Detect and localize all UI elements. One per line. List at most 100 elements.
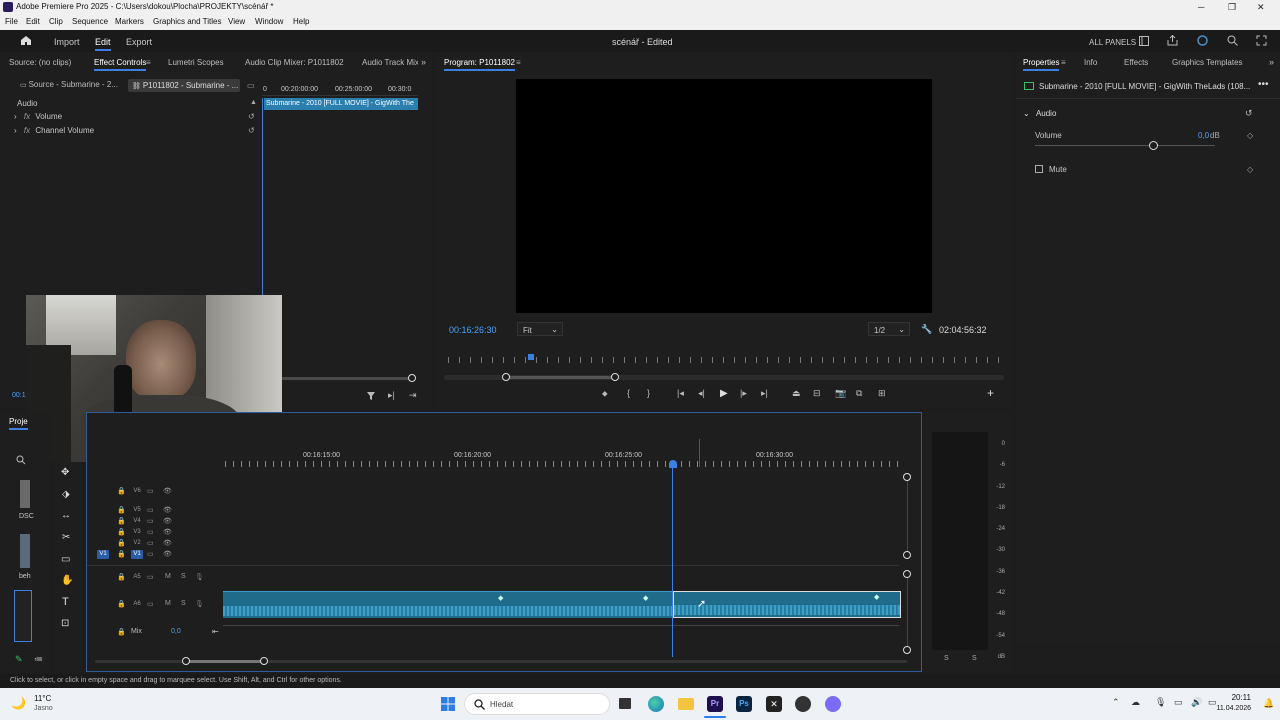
project-thumbnail[interactable] xyxy=(20,480,30,508)
nav-edit[interactable]: Edit xyxy=(95,37,111,51)
search-icon[interactable] xyxy=(1227,35,1238,46)
reset-audio-icon[interactable]: ↺ xyxy=(1245,108,1253,119)
lift-icon[interactable]: ⏏ xyxy=(792,388,801,399)
eye-icon[interactable]: 👁 xyxy=(163,517,172,525)
tab-effect-controls[interactable]: Effect Controls xyxy=(94,58,147,71)
track-select-tool-icon[interactable]: ⬗ xyxy=(62,489,70,500)
filter-icon[interactable] xyxy=(366,391,376,401)
sync-lock-icon[interactable]: ▭ xyxy=(147,539,154,547)
go-to-out-icon[interactable]: ▸| xyxy=(761,388,768,399)
menu-edit[interactable]: Edit xyxy=(26,17,40,26)
ripple-edit-tool-icon[interactable]: ↔ xyxy=(61,510,71,521)
menu-clip[interactable]: Clip xyxy=(49,17,63,26)
clock-time[interactable]: 20:11 xyxy=(1231,693,1251,702)
more-tabs-icon[interactable]: » xyxy=(1269,57,1274,67)
all-panels-button[interactable]: ALL PANELS xyxy=(1089,38,1136,47)
solo-left-button[interactable]: S xyxy=(944,655,949,662)
tab-properties[interactable]: Properties xyxy=(1023,58,1060,71)
zoom-handle-left[interactable] xyxy=(502,373,510,381)
photoshop-taskbar-icon[interactable]: Ps xyxy=(736,696,752,712)
tab-project[interactable]: Proje xyxy=(9,417,28,430)
collapse-chevron-icon[interactable]: ⌄ xyxy=(1023,109,1030,118)
eye-icon[interactable]: 👁 xyxy=(163,506,172,514)
tab-audio-clip-mixer[interactable]: Audio Clip Mixer: P1011802 xyxy=(245,58,344,67)
minimize-button[interactable]: ─ xyxy=(1198,2,1204,12)
add-marker-icon[interactable]: ⬥ xyxy=(602,389,608,399)
volume-value[interactable]: 0,0 xyxy=(1198,131,1209,140)
more-tabs-icon[interactable]: » xyxy=(421,57,426,67)
effect-ruler[interactable]: 0 00:20:00:00 00:25:00:00 00:30:0 xyxy=(262,84,418,96)
effect-row-channel-volume[interactable]: › fx Channel Volume xyxy=(14,126,94,135)
program-monitor-title[interactable]: Program: P1011802 xyxy=(444,58,516,71)
voiceover-mic-icon[interactable]: 🎙 xyxy=(195,600,204,608)
premiere-pro-taskbar-icon[interactable]: Pr xyxy=(707,696,723,712)
sync-lock-icon[interactable]: ▭ xyxy=(147,528,154,536)
playhead-timecode[interactable]: 00:16:26:30 xyxy=(449,325,497,335)
export-frame-icon[interactable]: 📷 xyxy=(835,388,846,399)
caption-tool-icon[interactable]: ⊡ xyxy=(61,618,69,629)
export-icon[interactable]: ⇥ xyxy=(409,390,417,401)
track-lock-icon[interactable]: 🔒 xyxy=(117,528,126,536)
track-lock-icon[interactable]: 🔒 xyxy=(117,539,126,547)
video-vertical-scrollbar[interactable] xyxy=(907,477,908,555)
scrollbar-handle[interactable] xyxy=(408,374,416,382)
keyframe-icon[interactable]: ◇ xyxy=(1247,131,1253,140)
effect-row-volume[interactable]: › fx Volume xyxy=(14,112,62,121)
mix-expand-icon[interactable]: ⇤ xyxy=(212,627,219,636)
audio-clip[interactable]: ◆ ◆ xyxy=(223,591,672,618)
volume-icon[interactable]: 🔊 xyxy=(1191,697,1202,708)
eye-icon[interactable]: 👁 xyxy=(163,550,172,558)
mute-keyframe-icon[interactable]: ◇ xyxy=(1247,165,1253,174)
more-options-icon[interactable]: ••• xyxy=(1258,79,1269,90)
menu-file[interactable]: File xyxy=(5,17,18,26)
weather-icon[interactable]: 🌙 xyxy=(11,696,26,710)
play-audio-icon[interactable]: ▸| xyxy=(388,390,395,401)
mute-track-button[interactable]: M xyxy=(165,573,171,580)
panel-menu-icon[interactable]: ≡ xyxy=(516,58,521,67)
resolution-dropdown[interactable]: 1/2 ⌄ xyxy=(868,322,910,336)
track-lock-icon[interactable]: 🔒 xyxy=(117,517,126,525)
selection-tool-icon[interactable]: ✥ xyxy=(61,467,69,478)
menu-markers[interactable]: Markers xyxy=(115,17,144,26)
timeline-zoom-range[interactable] xyxy=(186,660,266,663)
mark-in-icon[interactable]: { xyxy=(627,388,630,398)
clock-date[interactable]: 11.04.2026 xyxy=(1214,705,1251,712)
track-lock-icon[interactable]: 🔒 xyxy=(117,550,126,558)
zoom-handle-right[interactable] xyxy=(611,373,619,381)
windows-start-icon[interactable] xyxy=(441,697,455,711)
sync-lock-icon[interactable]: ▭ xyxy=(147,506,154,514)
collapse-icon[interactable]: ▲ xyxy=(250,99,257,106)
panel-layout-icon[interactable] xyxy=(1139,36,1149,46)
effect-zoom-scrollbar[interactable] xyxy=(282,377,414,380)
mix-volume-value[interactable]: 0,0 xyxy=(171,628,181,635)
tab-lumetri-scopes[interactable]: Lumetri Scopes xyxy=(168,58,224,67)
list-view-icon[interactable]: ≔ xyxy=(34,654,43,665)
fullscreen-icon[interactable] xyxy=(1256,35,1267,46)
panel-menu-icon[interactable]: ≡ xyxy=(1061,58,1066,67)
obs-taskbar-icon[interactable] xyxy=(795,696,811,712)
track-label-a5[interactable]: A5 xyxy=(131,573,143,582)
track-lock-icon[interactable]: 🔒 xyxy=(117,506,126,514)
creative-cloud-icon[interactable]: ☁ xyxy=(1131,697,1140,708)
menu-window[interactable]: Window xyxy=(255,17,283,26)
tab-effects[interactable]: Effects xyxy=(1124,58,1148,67)
share-icon[interactable] xyxy=(1167,35,1178,46)
button-editor-plus-icon[interactable]: + xyxy=(987,386,994,400)
effect-clip-bar[interactable]: Submarine - 2010 [FULL MOVIE] - GigWith … xyxy=(264,98,418,110)
effect-timecode[interactable]: 00:1 xyxy=(12,392,26,399)
go-to-in-icon[interactable]: |◂ xyxy=(677,388,684,399)
sync-lock-icon[interactable]: ▭ xyxy=(147,573,154,581)
sync-status-icon[interactable] xyxy=(1197,35,1208,46)
project-thumbnail-selected[interactable] xyxy=(14,590,32,642)
close-button[interactable]: ✕ xyxy=(1257,2,1265,13)
menu-sequence[interactable]: Sequence xyxy=(72,17,108,26)
menu-graphics-and-titles[interactable]: Graphics and Titles xyxy=(153,17,221,26)
tab-source[interactable]: Source: (no clips) xyxy=(9,58,71,67)
scroll-handle[interactable] xyxy=(903,646,911,654)
eye-icon[interactable]: 👁 xyxy=(163,539,172,547)
timeline-ruler[interactable] xyxy=(225,461,899,467)
nav-export[interactable]: Export xyxy=(126,37,152,47)
track-label-v5[interactable]: V5 xyxy=(131,506,143,515)
volume-slider-track[interactable] xyxy=(1035,145,1215,146)
track-label-v4[interactable]: V4 xyxy=(131,517,143,526)
